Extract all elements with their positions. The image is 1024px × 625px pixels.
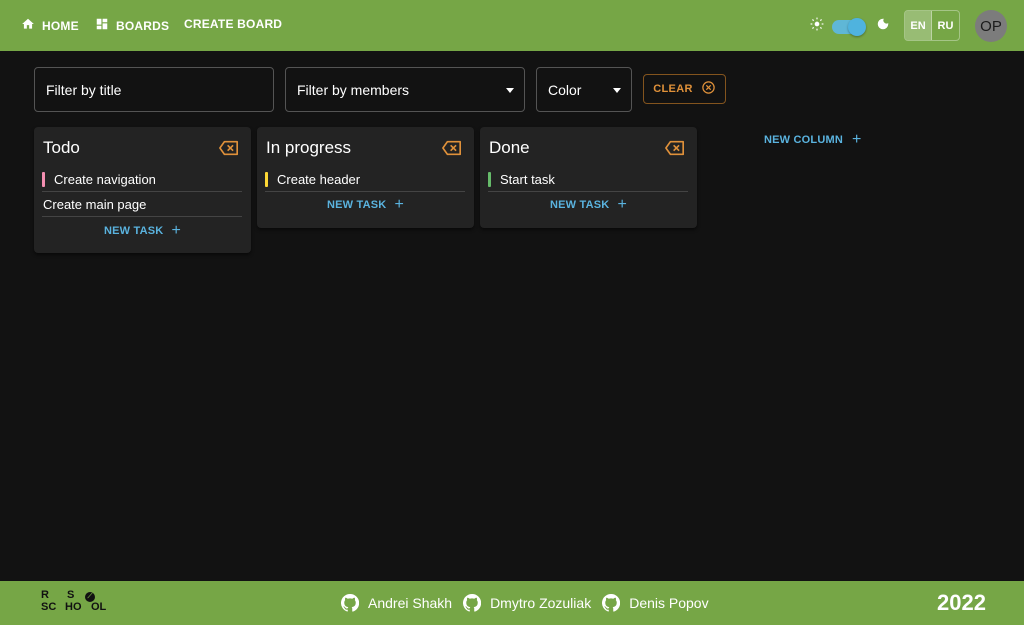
task-card[interactable]: Create main page <box>42 192 242 217</box>
task-title: Create main page <box>43 196 147 212</box>
task-title: Start task <box>500 171 555 187</box>
plus-icon: + <box>617 196 627 213</box>
nav-create-board[interactable]: CREATE BOARD <box>184 17 282 31</box>
author-name: Dmytro Zozuliak <box>490 595 592 611</box>
authors-list: Andrei Shakh Dmytro Zozuliak Denis Popov <box>341 594 709 612</box>
dropdown-arrow-icon <box>506 88 514 93</box>
plus-icon: + <box>394 196 404 213</box>
author-name: Andrei Shakh <box>368 595 453 611</box>
author-link[interactable]: Andrei Shakh <box>341 594 452 612</box>
new-task-button[interactable]: NEW TASK + <box>480 196 697 213</box>
new-column-label: NEW COLUMN <box>764 134 843 146</box>
lang-en-button[interactable]: EN <box>905 11 932 40</box>
nav-boards[interactable]: BOARDS <box>95 17 169 34</box>
color-filter-label: Color <box>548 81 582 98</box>
nav-home[interactable]: HOME <box>21 17 79 34</box>
backspace-delete-icon[interactable] <box>665 140 685 156</box>
new-task-label: NEW TASK <box>327 199 387 211</box>
app-footer: R S SC HO ⟋ OL Andrei Shakh Dmytro Zozul… <box>0 581 1024 625</box>
new-column-button[interactable]: NEW COLUMN + <box>764 131 862 148</box>
github-icon <box>341 594 359 612</box>
task-color-bar <box>265 171 268 187</box>
title-filter-input[interactable] <box>46 81 262 98</box>
task-card[interactable]: Start task <box>488 167 688 192</box>
language-switcher: EN RU <box>904 10 960 41</box>
github-icon <box>463 594 482 612</box>
new-task-button[interactable]: NEW TASK + <box>34 222 251 239</box>
backspace-delete-icon[interactable] <box>219 140 239 156</box>
column-title[interactable]: Todo <box>43 138 80 158</box>
members-filter-label: Filter by members <box>297 81 410 98</box>
home-icon <box>21 17 35 34</box>
dashboard-icon <box>95 17 109 34</box>
new-task-button[interactable]: NEW TASK + <box>257 196 474 213</box>
task-title: Create navigation <box>54 171 156 187</box>
task-color-bar <box>42 171 45 187</box>
app-header: HOME BOARDS CREATE BOARD EN RU OP <box>0 0 1024 51</box>
task-card[interactable]: Create navigation <box>42 167 242 192</box>
nav-home-label: HOME <box>42 18 79 33</box>
plus-icon: + <box>171 222 181 239</box>
lang-ru-button[interactable]: RU <box>932 11 959 40</box>
color-filter-select[interactable]: Color <box>536 67 632 112</box>
task-title: Create header <box>277 171 361 187</box>
task-card[interactable]: Create header <box>265 167 465 192</box>
dropdown-arrow-icon <box>613 88 621 93</box>
theme-toggle <box>810 17 890 36</box>
new-task-label: NEW TASK <box>550 199 610 211</box>
author-name: Denis Popov <box>629 595 709 611</box>
title-filter-field[interactable] <box>34 67 274 112</box>
clear-filters-button[interactable]: CLEAR <box>643 74 726 104</box>
plus-icon: + <box>852 131 862 148</box>
author-link[interactable]: Denis Popov <box>602 594 709 612</box>
backspace-delete-icon[interactable] <box>442 140 462 156</box>
theme-switch[interactable] <box>832 17 866 36</box>
column-done: Done Start task NEW TASK + <box>480 127 697 228</box>
sun-icon <box>810 17 824 36</box>
column-in-progress: In progress Create header NEW TASK + <box>257 127 474 228</box>
clear-button-label: CLEAR <box>653 83 693 95</box>
members-filter-select[interactable]: Filter by members <box>285 67 525 112</box>
github-icon <box>602 594 621 612</box>
column-title[interactable]: Done <box>489 138 530 158</box>
column-title[interactable]: In progress <box>266 138 351 158</box>
avatar[interactable]: OP <box>975 10 1007 42</box>
cancel-circle-icon <box>701 80 716 98</box>
moon-icon <box>876 17 890 36</box>
copyright-year: 2022 <box>937 590 986 615</box>
nav-create-board-label: CREATE BOARD <box>184 17 283 31</box>
author-link[interactable]: Dmytro Zozuliak <box>463 594 591 612</box>
task-color-bar <box>488 171 491 187</box>
rs-school-logo[interactable]: R S SC HO ⟋ OL <box>41 589 107 617</box>
column-todo: Todo Create navigation Create main page … <box>34 127 251 253</box>
nav-boards-label: BOARDS <box>116 18 170 33</box>
theme-switch-thumb[interactable] <box>848 17 866 36</box>
new-task-label: NEW TASK <box>104 225 164 237</box>
